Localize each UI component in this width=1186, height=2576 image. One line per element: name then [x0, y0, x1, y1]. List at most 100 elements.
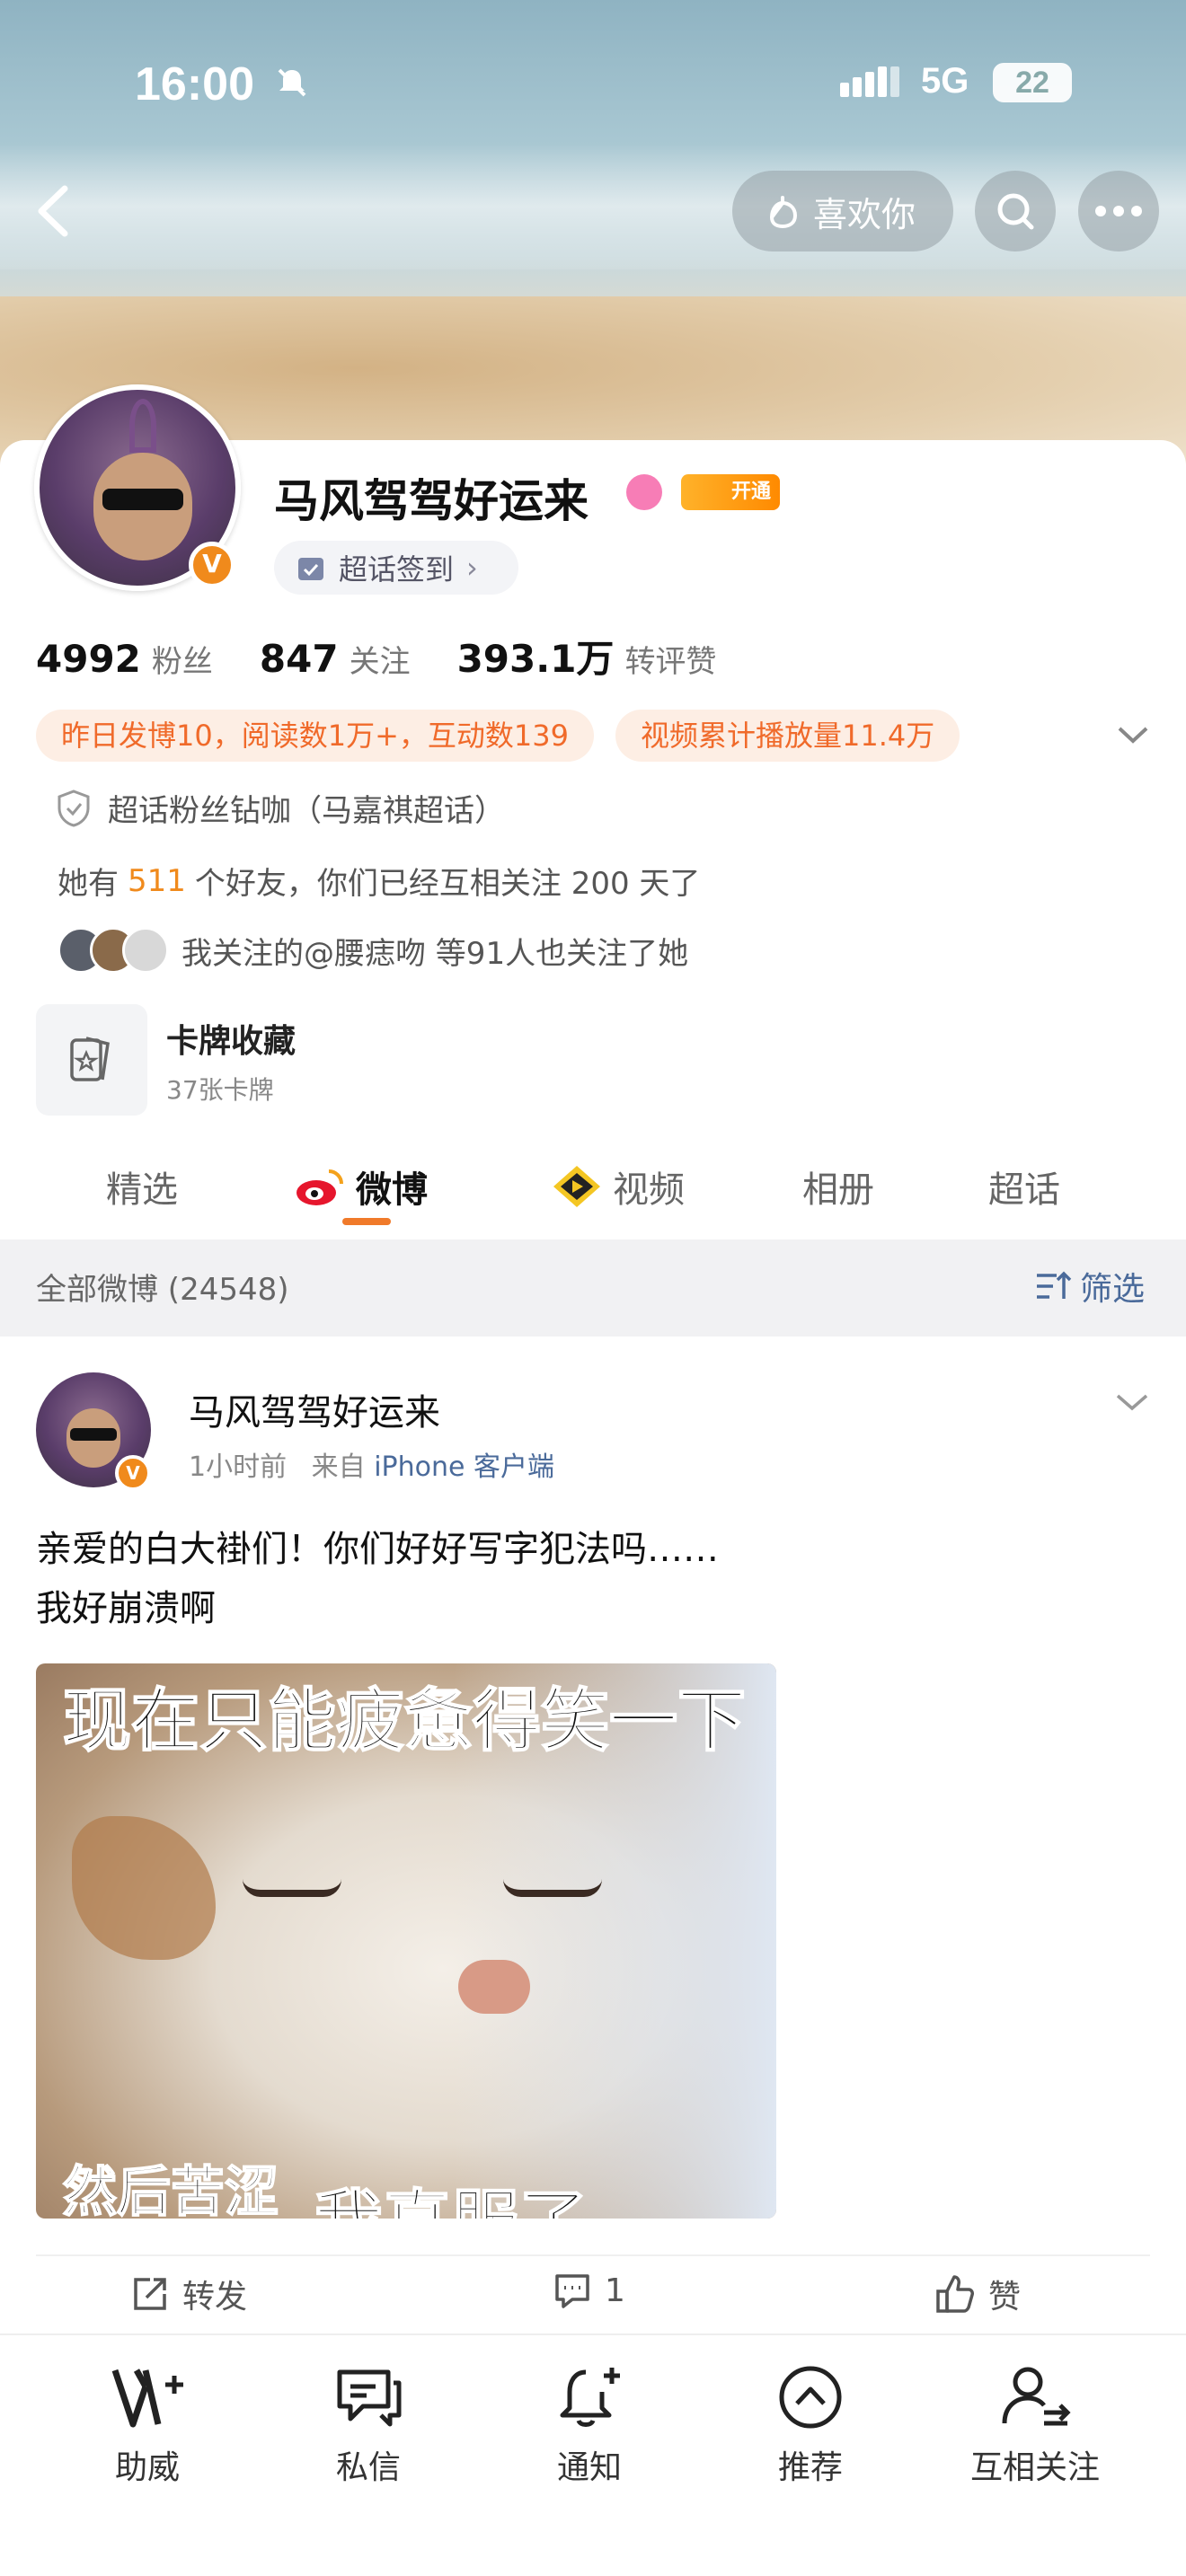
shield-icon	[58, 789, 90, 827]
profile-tabs: 精选 微博 视频 相册 超话	[0, 1141, 1186, 1239]
card-collection-count: 37张卡牌	[166, 1075, 274, 1105]
recommend-button[interactable]: 推荐	[721, 2362, 900, 2488]
status-bar: 16:00 5G 22	[0, 54, 1186, 110]
v-plus-icon	[111, 2369, 183, 2428]
recommend-label: 推荐	[777, 2449, 843, 2486]
like-button[interactable]: 赞	[934, 2271, 1021, 2317]
fans-label[interactable]: 粉丝	[152, 637, 213, 681]
interactions-count: 393.1万	[456, 637, 615, 681]
friends-prefix: 她有	[58, 866, 119, 902]
post-author-name[interactable]: 马风驾驾好运来	[189, 1383, 440, 1435]
weibo-logo-icon	[296, 1169, 343, 1205]
notify-button[interactable]: 通知	[500, 2362, 679, 2488]
status-time: 16:00	[135, 58, 254, 110]
repost-label: 转发	[182, 2279, 248, 2316]
friends-suffix: 个好友，你们已经互相关注 200 天了	[194, 866, 701, 902]
tab-video[interactable]: 视频	[552, 1160, 685, 1213]
tab-featured-label: 精选	[106, 1169, 178, 1211]
card-collection-button[interactable]	[36, 1004, 147, 1116]
post-text-line: 我好崩溃啊	[36, 1588, 216, 1629]
expand-chevron-icon[interactable]	[1112, 714, 1154, 755]
card-star-icon	[70, 1037, 110, 1081]
checkin-label: 超话签到	[339, 552, 455, 587]
tab-weibo-label: 微博	[356, 1169, 428, 1211]
message-label: 私信	[335, 2449, 401, 2486]
like-you-button[interactable]: 喜欢你	[732, 171, 953, 251]
image-caption-bottom-left: 然后苦涩	[62, 2160, 279, 2219]
recommend-icon	[779, 2366, 842, 2429]
cheer-label: 助威	[114, 2449, 180, 2486]
stats-tag[interactable]: 昨日发博10，阅读数1万+，互动数139	[36, 710, 594, 762]
image-caption-top: 现在只能疲惫得笑一下	[62, 1680, 747, 1761]
video-play-icon	[553, 1166, 600, 1207]
supertopic-icon[interactable]	[626, 474, 662, 510]
comment-count: 1	[605, 2272, 625, 2309]
more-button[interactable]	[1078, 171, 1159, 251]
post-source-prefix: 来自	[311, 1451, 366, 1483]
post-meta: 1小时前 来自 iPhone 客户端	[189, 1444, 554, 1484]
all-posts-count: 全部微博 (24548)	[36, 1272, 289, 1308]
profile-stats: 4992 粉丝 847 关注 393.1万 转评赞	[36, 629, 763, 684]
comment-button[interactable]: 1	[553, 2271, 625, 2310]
post-time: 1小时前	[189, 1451, 288, 1483]
following-count[interactable]: 847	[260, 637, 339, 681]
active-tab-indicator	[342, 1218, 391, 1225]
message-icon	[337, 2369, 402, 2427]
network-type: 5G	[921, 61, 969, 101]
notify-label: 通知	[556, 2449, 622, 2486]
follower-avatars	[58, 927, 169, 974]
post-image[interactable]: 现在只能疲惫得笑一下 然后苦涩 我真服了	[36, 1663, 776, 2219]
hand-heart-icon	[769, 196, 798, 229]
interactions-label: 转评赞	[624, 644, 717, 680]
friends-row: 她有 511 个好友，你们已经互相关注 200 天了	[58, 859, 700, 903]
tab-album-label: 相册	[802, 1169, 874, 1211]
chevron-right-icon: ›	[466, 551, 478, 585]
filter-label: 筛选	[1080, 1271, 1146, 1308]
filter-button[interactable]: 筛选	[1033, 1263, 1145, 1310]
post-verified-badge-icon: V	[115, 1455, 151, 1491]
post-menu-chevron-icon[interactable]	[1112, 1383, 1152, 1423]
message-button[interactable]: 私信	[279, 2362, 458, 2488]
tab-featured[interactable]: 精选	[106, 1160, 178, 1213]
image-caption-bottom-right: 我真服了	[314, 2166, 589, 2219]
profile-tags: 昨日发博10，阅读数1万+，互动数139 视频累计播放量11.4万	[36, 710, 960, 762]
verified-badge-icon: V	[189, 542, 235, 588]
bell-plus-icon	[560, 2368, 620, 2427]
fans-count[interactable]: 4992	[36, 637, 141, 681]
tab-supertopic-label: 超话	[988, 1169, 1060, 1211]
tab-weibo[interactable]: 微博	[293, 1160, 428, 1213]
supertopic-checkin-button[interactable]: 超话签到 ›	[274, 541, 518, 595]
post-source[interactable]: iPhone 客户端	[374, 1451, 554, 1483]
cheer-button[interactable]: 助威	[58, 2362, 237, 2488]
repost-icon	[134, 2278, 166, 2310]
mutual-follow-row[interactable]: 我关注的@腰痣吻 等91人也关注了她	[58, 927, 688, 974]
profile-name: 马风驾驾好运来	[274, 475, 589, 527]
video-stats-tag[interactable]: 视频累计播放量11.4万	[615, 710, 960, 762]
more-dots-icon	[1095, 206, 1142, 216]
tab-supertopic[interactable]: 超话	[988, 1160, 1060, 1213]
thumbs-up-icon	[936, 2275, 974, 2313]
search-button[interactable]	[975, 171, 1056, 251]
post-actions: 转发 1 赞	[0, 2267, 1186, 2333]
following-label[interactable]: 关注	[350, 637, 411, 681]
filter-icon	[1037, 1271, 1072, 1299]
battery-icon: 22	[993, 63, 1072, 102]
mute-bell-icon	[278, 68, 306, 97]
signal-icon	[840, 66, 899, 97]
mutual-follow-label: 互相关注	[969, 2449, 1100, 2486]
supertopic-badge-text: 超话粉丝钻咖（马嘉祺超话）	[108, 793, 505, 829]
friends-count[interactable]: 511	[128, 863, 186, 899]
tab-album[interactable]: 相册	[802, 1160, 874, 1213]
filter-bar: 全部微博 (24548) 筛选	[0, 1239, 1186, 1337]
open-vip-badge[interactable]: 开通	[681, 474, 780, 510]
card-collection-title[interactable]: 卡牌收藏	[166, 1015, 296, 1062]
search-icon	[997, 193, 1034, 230]
mutual-follow-button[interactable]: 互相关注	[945, 2362, 1125, 2488]
post-text: 亲爱的白大褂们！你们好好写字犯法吗…… 我好崩溃啊	[36, 1520, 719, 1638]
mutual-follow-icon	[1002, 2367, 1071, 2426]
post-text-line: 亲爱的白大褂们！你们好好写字犯法吗……	[36, 1529, 719, 1570]
supertopic-badge-row[interactable]: 超话粉丝钻咖（马嘉祺超话）	[56, 786, 505, 830]
repost-button[interactable]: 转发	[130, 2271, 247, 2317]
back-chevron-icon[interactable]	[27, 180, 81, 243]
calendar-check-icon	[298, 558, 323, 580]
